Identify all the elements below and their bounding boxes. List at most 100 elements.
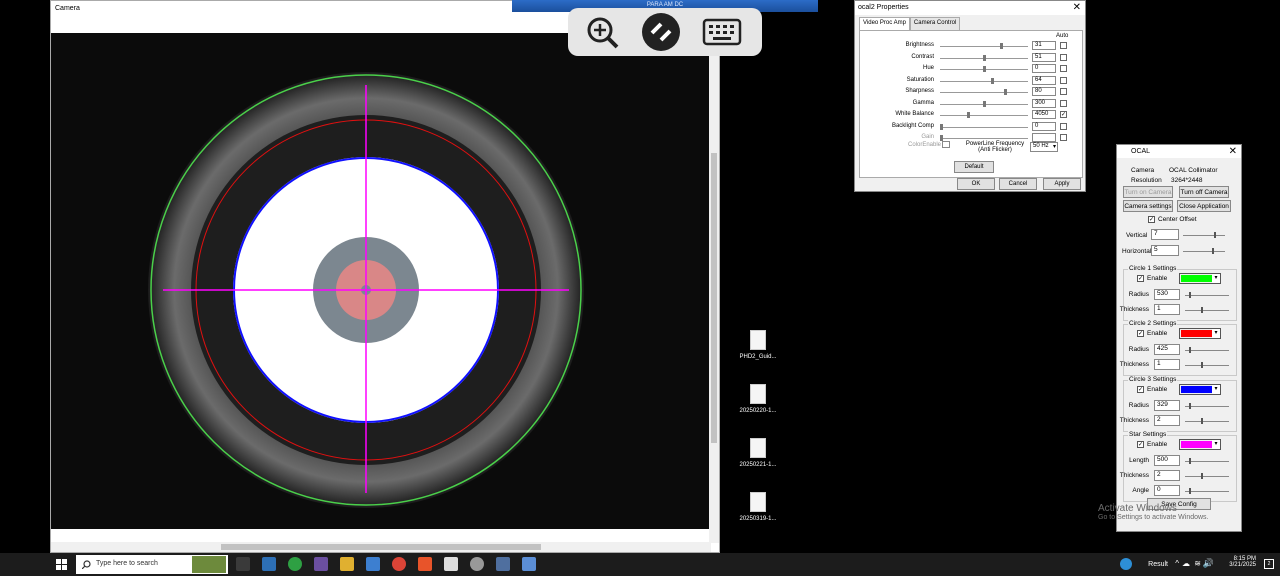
vertical-slider[interactable]	[1183, 235, 1225, 236]
color-enable-checkbox[interactable]	[942, 141, 950, 148]
circle2-radius-slider[interactable]	[1185, 350, 1229, 351]
circle1-color-picker[interactable]: ▾	[1179, 273, 1221, 284]
star-length-input[interactable]: 500	[1154, 455, 1180, 466]
circle3-thickness-slider[interactable]	[1185, 421, 1229, 422]
app-icon-purple[interactable]	[314, 557, 328, 571]
windows-start-icon[interactable]	[56, 559, 67, 570]
app-icon-gray[interactable]	[470, 557, 484, 571]
app-icon-camera[interactable]	[262, 557, 276, 571]
circle2-radius-input[interactable]: 425	[1154, 344, 1180, 355]
property-slider-thumb[interactable]	[940, 123, 943, 130]
task-view-icon[interactable]	[236, 557, 250, 571]
auto-checkbox[interactable]	[1060, 122, 1067, 130]
app-icon-grid[interactable]	[496, 557, 510, 571]
property-slider[interactable]	[940, 46, 1028, 47]
circle3-thickness-input[interactable]: 2	[1154, 415, 1180, 426]
circle3-enable-checkbox[interactable]: ✓	[1137, 386, 1144, 393]
circle1-thickness-input[interactable]: 1	[1154, 304, 1180, 315]
property-slider[interactable]	[940, 80, 1028, 82]
circle3-radius-slider-thumb[interactable]	[1189, 403, 1191, 409]
app-icon-white[interactable]	[444, 557, 458, 571]
property-slider[interactable]	[940, 92, 1028, 93]
auto-checkbox[interactable]	[1060, 99, 1067, 107]
star-angle-slider-thumb[interactable]	[1189, 488, 1191, 494]
chevron-up-icon[interactable]: ^	[1175, 559, 1179, 568]
keyboard-icon[interactable]	[702, 18, 742, 46]
property-slider-thumb[interactable]	[967, 112, 971, 118]
apply-button[interactable]: Apply	[1043, 178, 1081, 190]
circle2-thickness-slider[interactable]	[1185, 365, 1229, 366]
close-icon[interactable]: ✕	[1073, 3, 1081, 13]
camera-settings-button[interactable]: Camera settings	[1123, 200, 1173, 212]
property-value-input[interactable]: 0	[1032, 64, 1056, 73]
property-value-input[interactable]: 64	[1032, 75, 1056, 85]
turn-off-camera-button[interactable]: Turn off Camera	[1179, 186, 1229, 198]
property-slider[interactable]	[940, 138, 1028, 139]
result-label[interactable]: Result	[1148, 561, 1168, 568]
powerline-select[interactable]: 50 Hz ▾	[1030, 142, 1058, 152]
auto-checkbox[interactable]	[1060, 88, 1067, 95]
center-offset-checkbox[interactable]: ✓	[1148, 216, 1155, 223]
zoom-in-icon[interactable]	[586, 16, 620, 50]
star-angle-input[interactable]: 0	[1154, 485, 1180, 496]
tab-camera-control[interactable]: Camera Control	[909, 17, 961, 31]
weather-icon[interactable]	[1120, 558, 1132, 570]
default-button[interactable]: Default	[954, 161, 994, 173]
property-slider-thumb[interactable]	[991, 77, 994, 84]
app-icon-green[interactable]	[288, 557, 302, 571]
circle2-enable-checkbox[interactable]: ✓	[1137, 330, 1144, 337]
desktop-icon-file-2[interactable]: 20250221-1...	[738, 438, 778, 468]
auto-checkbox[interactable]	[1060, 76, 1067, 84]
property-slider-thumb[interactable]	[1003, 89, 1007, 95]
circle2-thickness-input[interactable]: 1	[1154, 359, 1180, 370]
star-thickness-slider-thumb[interactable]	[1201, 473, 1203, 479]
circle2-thickness-slider-thumb[interactable]	[1201, 362, 1203, 368]
auto-checkbox[interactable]	[1060, 42, 1067, 49]
auto-checkbox[interactable]	[1060, 65, 1067, 72]
star-color-picker[interactable]: ▾	[1179, 439, 1221, 450]
vertical-slider-thumb[interactable]	[1214, 232, 1216, 238]
property-slider[interactable]	[940, 115, 1028, 116]
property-slider-thumb[interactable]	[982, 54, 986, 61]
circle3-thickness-slider-thumb[interactable]	[1201, 418, 1203, 424]
star-length-slider[interactable]	[1185, 461, 1229, 462]
circle2-radius-slider-thumb[interactable]	[1189, 347, 1191, 353]
property-slider-thumb[interactable]	[982, 66, 986, 72]
turn-on-camera-button[interactable]: Turn on Camera	[1123, 186, 1173, 198]
app-icon-blue[interactable]	[366, 557, 380, 571]
property-value-input[interactable]: 80	[1032, 87, 1056, 96]
property-value-input[interactable]: 31	[1032, 41, 1056, 50]
star-thickness-input[interactable]: 2	[1154, 470, 1180, 481]
desktop-icon-file-3[interactable]: 20250319-1...	[738, 492, 778, 522]
volume-icon[interactable]: 🔊	[1203, 558, 1214, 569]
circle1-thickness-slider-thumb[interactable]	[1201, 307, 1203, 313]
desktop-icon-file-1[interactable]: 20250220-1...	[738, 384, 778, 414]
vertical-scrollbar[interactable]	[709, 33, 719, 543]
circle1-enable-checkbox[interactable]: ✓	[1137, 275, 1144, 282]
horizontal-slider[interactable]	[1183, 251, 1225, 252]
star-enable-checkbox[interactable]: ✓	[1137, 441, 1144, 448]
horizontal-scrollbar[interactable]	[51, 542, 711, 552]
circle3-radius-input[interactable]: 329	[1154, 400, 1180, 411]
auto-checkbox[interactable]	[1060, 53, 1067, 61]
horizontal-input[interactable]: 5	[1151, 245, 1179, 256]
wifi-icon[interactable]: ≋	[1194, 559, 1201, 568]
circle1-radius-input[interactable]: 530	[1154, 289, 1180, 300]
property-slider-thumb[interactable]	[982, 100, 986, 107]
circle1-thickness-slider[interactable]	[1185, 310, 1229, 311]
property-slider[interactable]	[940, 126, 1028, 128]
property-value-input[interactable]: 0	[1032, 121, 1056, 131]
cancel-button[interactable]: Cancel	[999, 178, 1037, 190]
remote-connect-icon[interactable]	[642, 13, 680, 51]
circle1-radius-slider-thumb[interactable]	[1189, 292, 1191, 298]
property-slider-thumb[interactable]	[999, 43, 1003, 49]
taskbar-search-box[interactable]: Type here to search	[76, 555, 228, 574]
chrome-icon[interactable]	[392, 557, 406, 571]
star-thickness-slider[interactable]	[1185, 476, 1229, 477]
property-value-input[interactable]: 300	[1032, 98, 1056, 108]
circle1-radius-slider[interactable]	[1185, 295, 1229, 296]
desktop-icon-phd2[interactable]: PHD2_Guid...	[738, 330, 778, 360]
circle3-color-picker[interactable]: ▾	[1179, 384, 1221, 395]
circle2-color-picker[interactable]: ▾	[1179, 328, 1221, 339]
ocal-close-icon[interactable]: ✕	[1229, 147, 1237, 157]
